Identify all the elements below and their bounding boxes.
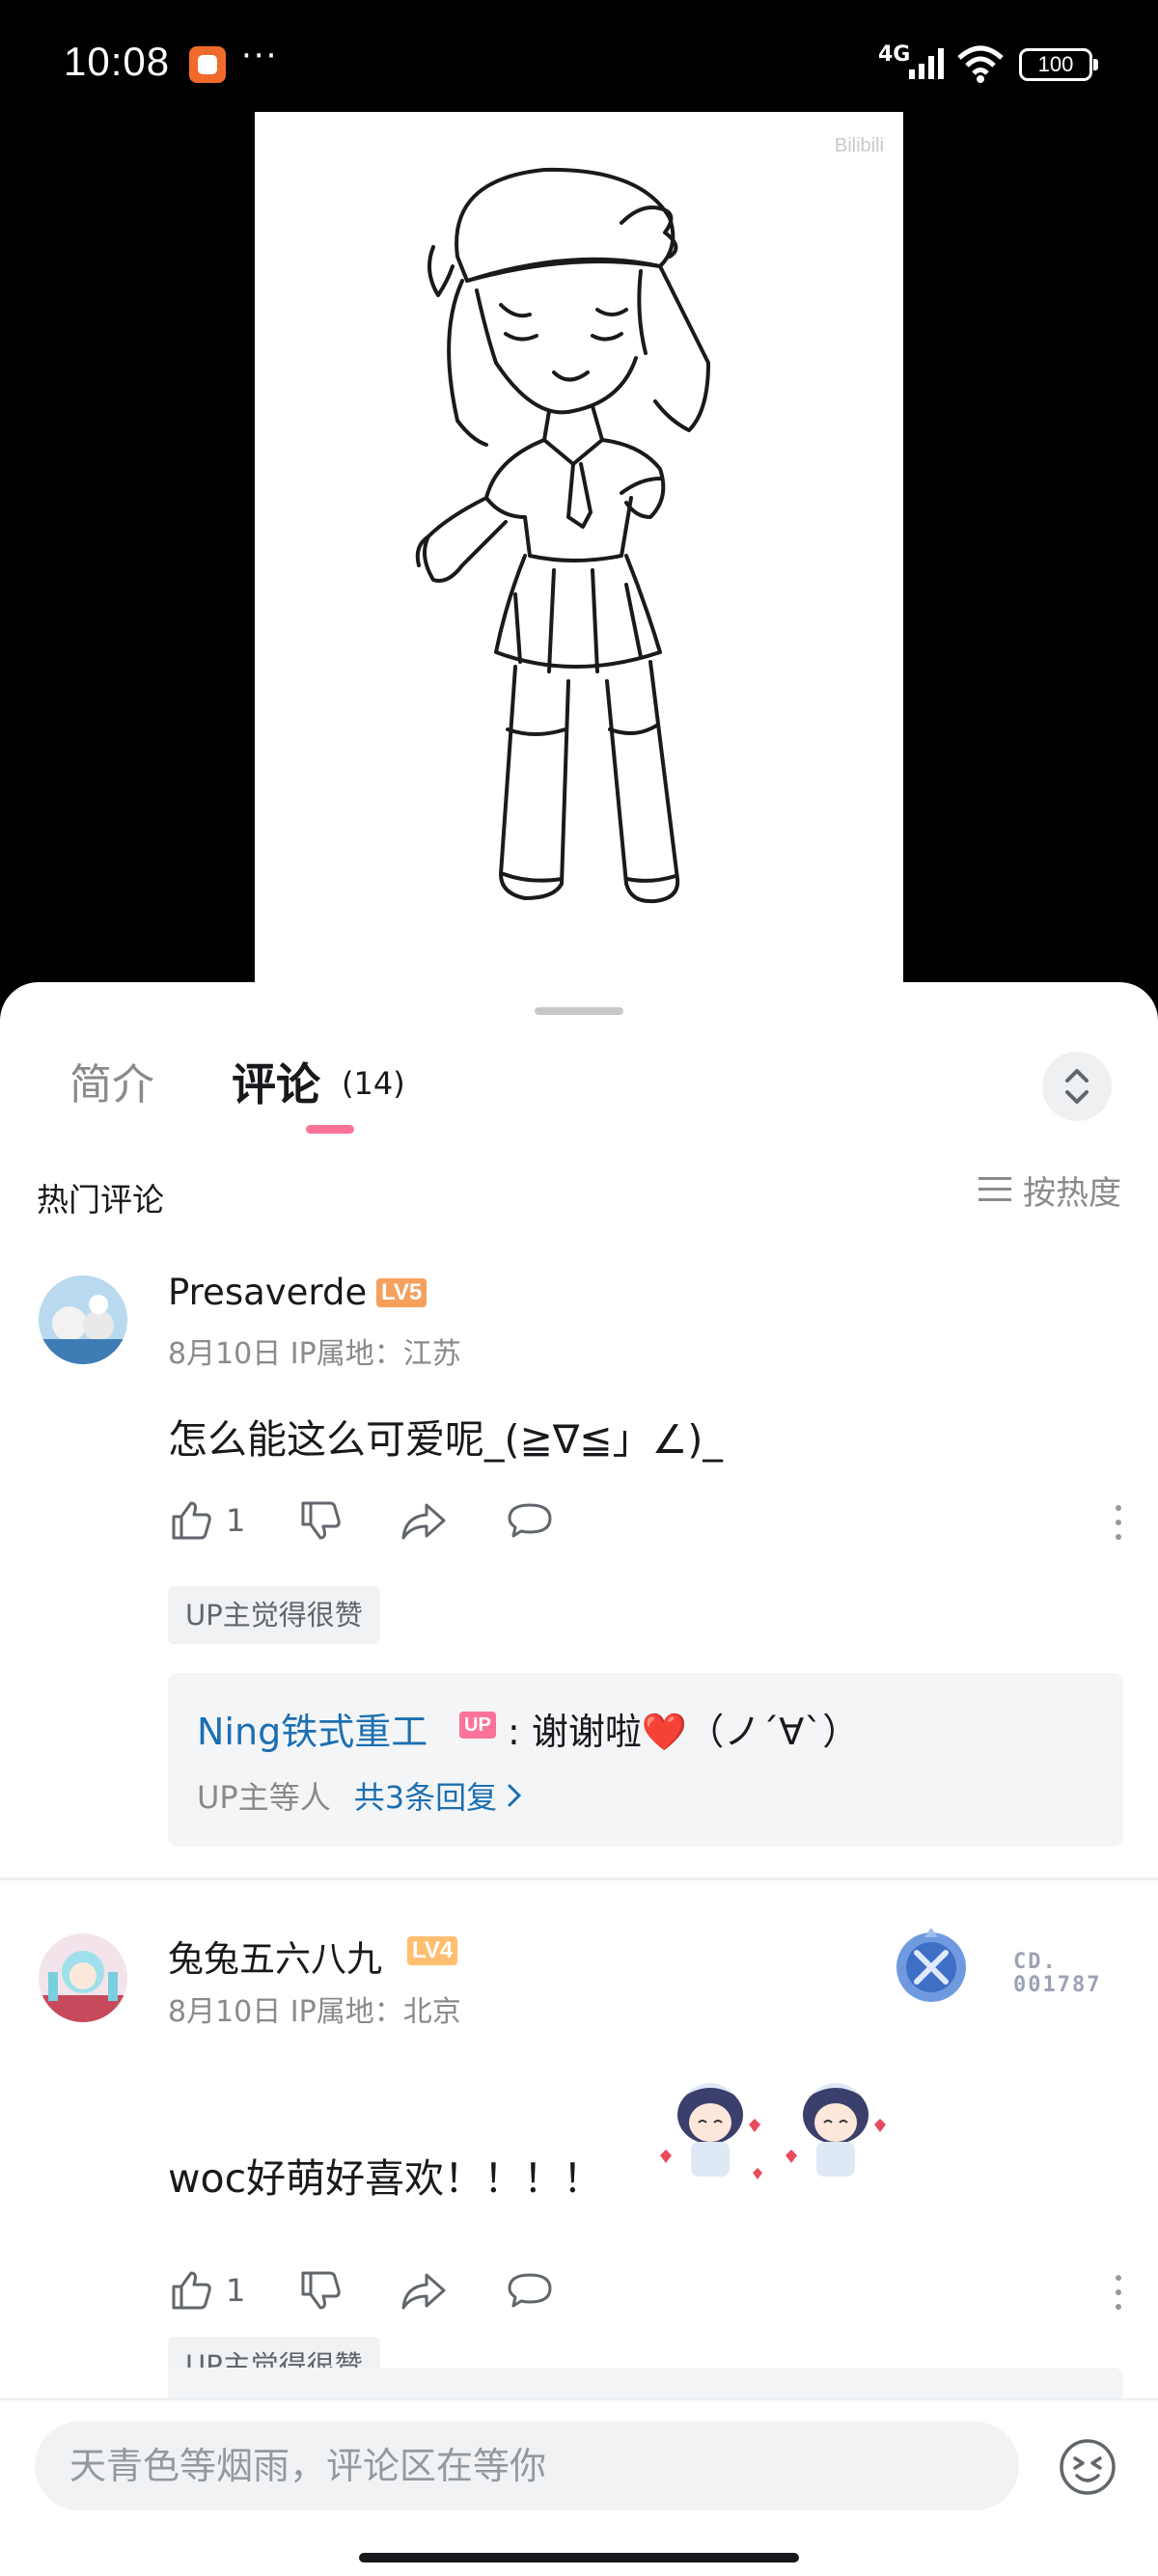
fan-medal-code-line1: CD. (1013, 1950, 1058, 1974)
chat-bubble-icon (508, 1503, 552, 1538)
comment-item: 兔兔五六八九 LV4 8月10日 IP属地：北京 CD. 001787 woc好… (0, 1893, 1158, 2395)
anime-sticker-image (786, 2083, 886, 2177)
thumbs-up-icon (172, 1501, 211, 1540)
fan-medal-icon (896, 1928, 966, 2002)
share-icon (401, 1503, 446, 1540)
chat-bubble-icon (508, 2273, 552, 2308)
hot-comments-header: 热门评论 按热度 (0, 1151, 1158, 1228)
comment-input-bar (0, 2398, 1158, 2576)
comment-sheet: 简介 评论 (14) 热门评论 按热度 Presaverde LV5 8月10日… (0, 982, 1158, 2576)
comment-item: Presaverde LV5 8月10日 IP属地：江苏 怎么能这么可爱呢_(≧… (0, 1235, 1158, 1881)
drag-handle[interactable] (535, 1007, 623, 1015)
reply-button[interactable] (506, 1492, 554, 1549)
expand-collapse-button[interactable] (1042, 1052, 1112, 1121)
up-liked-tag: UP主觉得很赞 (168, 1586, 380, 1644)
reply-footer-label: UP主等人 (197, 1779, 331, 1816)
like-button[interactable]: 1 (168, 2261, 245, 2319)
reply-preview[interactable]: Ning铁式重工 UP : 谢谢啦❤️（ノ´∀`） UP主等人 共3条回复 (168, 1673, 1123, 1847)
comment-meta: 8月10日 IP属地：北京 (168, 1995, 461, 2029)
home-indicator[interactable] (359, 2553, 799, 2562)
sort-label: 按热度 (1023, 1173, 1121, 1213)
sort-button[interactable]: 按热度 (977, 1168, 1121, 1213)
comment-divider (0, 1877, 1158, 1880)
view-replies-label: 共3条回复 (353, 1779, 498, 1816)
reply-username[interactable]: Ning铁式重工 (197, 1702, 427, 1755)
emoji-icon[interactable] (1058, 2437, 1117, 2497)
dislike-button[interactable] (297, 2261, 344, 2319)
thumbs-down-icon (301, 1501, 341, 1540)
user-level-badge: LV5 (376, 1278, 427, 1307)
comment-count: (14) (342, 1065, 405, 1102)
tab-comments[interactable]: 评论 (232, 1050, 320, 1113)
comment-text: 怎么能这么可爱呢_(≧∇≦」∠)_ (168, 1416, 723, 1463)
share-button[interactable] (400, 2261, 448, 2319)
dislike-button[interactable] (297, 1492, 344, 1549)
chevron-right-icon (508, 1784, 522, 1807)
video-player[interactable]: Bilibili (255, 112, 903, 994)
tab-bar: 简介 评论 (14) (0, 1021, 1158, 1146)
reply-footer: UP主等人 共3条回复 (197, 1773, 522, 1818)
avatar[interactable] (39, 1275, 127, 1364)
fan-medal-code: CD. 001787 (1013, 1951, 1101, 1997)
more-options-icon[interactable] (1114, 1503, 1123, 1542)
signal-icon (909, 48, 944, 79)
more-options-icon[interactable] (1114, 2273, 1123, 2312)
tab-intro[interactable]: 简介 (69, 1050, 154, 1111)
user-level-badge: LV4 (407, 1936, 458, 1965)
comment-text: woc好萌好喜欢！！！！ (168, 2155, 603, 2202)
like-count: 1 (226, 1502, 246, 1539)
status-time: 10:08 (64, 39, 171, 84)
up-badge: UP (459, 1712, 496, 1739)
tab-active-indicator (306, 1125, 354, 1134)
video-watermark: Bilibili (834, 135, 884, 156)
comment-meta: 8月10日 IP属地：江苏 (168, 1337, 461, 1371)
more-notifications-icon: ··· (241, 37, 279, 75)
wifi-icon (957, 45, 1004, 83)
app-screen: 10:08 ··· 4G 100 Bilibili 简介 评论 (14) 热门评… (0, 0, 1158, 2576)
reply-button[interactable] (506, 2261, 554, 2319)
reply-text: : 谢谢啦❤️（ノ´∀`） (508, 1711, 860, 1753)
network-type: 4G (878, 42, 911, 67)
comment-input[interactable] (35, 2422, 1019, 2510)
username[interactable]: Presaverde (168, 1272, 367, 1313)
hot-comments-title: 热门评论 (37, 1181, 164, 1219)
thumbs-down-icon (301, 2271, 341, 2310)
battery-indicator: 100 (1019, 48, 1098, 81)
anime-sticker-image (660, 2083, 762, 2179)
share-icon (401, 2273, 446, 2310)
status-bar: 10:08 ··· 4G 100 (0, 0, 1158, 116)
share-button[interactable] (400, 1492, 448, 1549)
view-replies-link[interactable]: 共3条回复 (354, 1773, 522, 1818)
comment-actions: 1 (168, 2261, 1123, 2319)
app-notification-icon (189, 46, 226, 83)
like-count: 1 (226, 2272, 246, 2309)
like-button[interactable]: 1 (168, 1492, 245, 1549)
list-icon (979, 1177, 1011, 1201)
avatar[interactable] (39, 1933, 127, 2022)
thumbs-up-icon (172, 2271, 211, 2310)
video-frame-drawing (415, 167, 710, 904)
comment-actions: 1 (168, 1492, 1123, 1549)
chevron-up-down-icon (1065, 1069, 1089, 1104)
fan-medal-code-line2: 001787 (1013, 1973, 1102, 1997)
username[interactable]: 兔兔五六八九 (168, 1930, 382, 1982)
